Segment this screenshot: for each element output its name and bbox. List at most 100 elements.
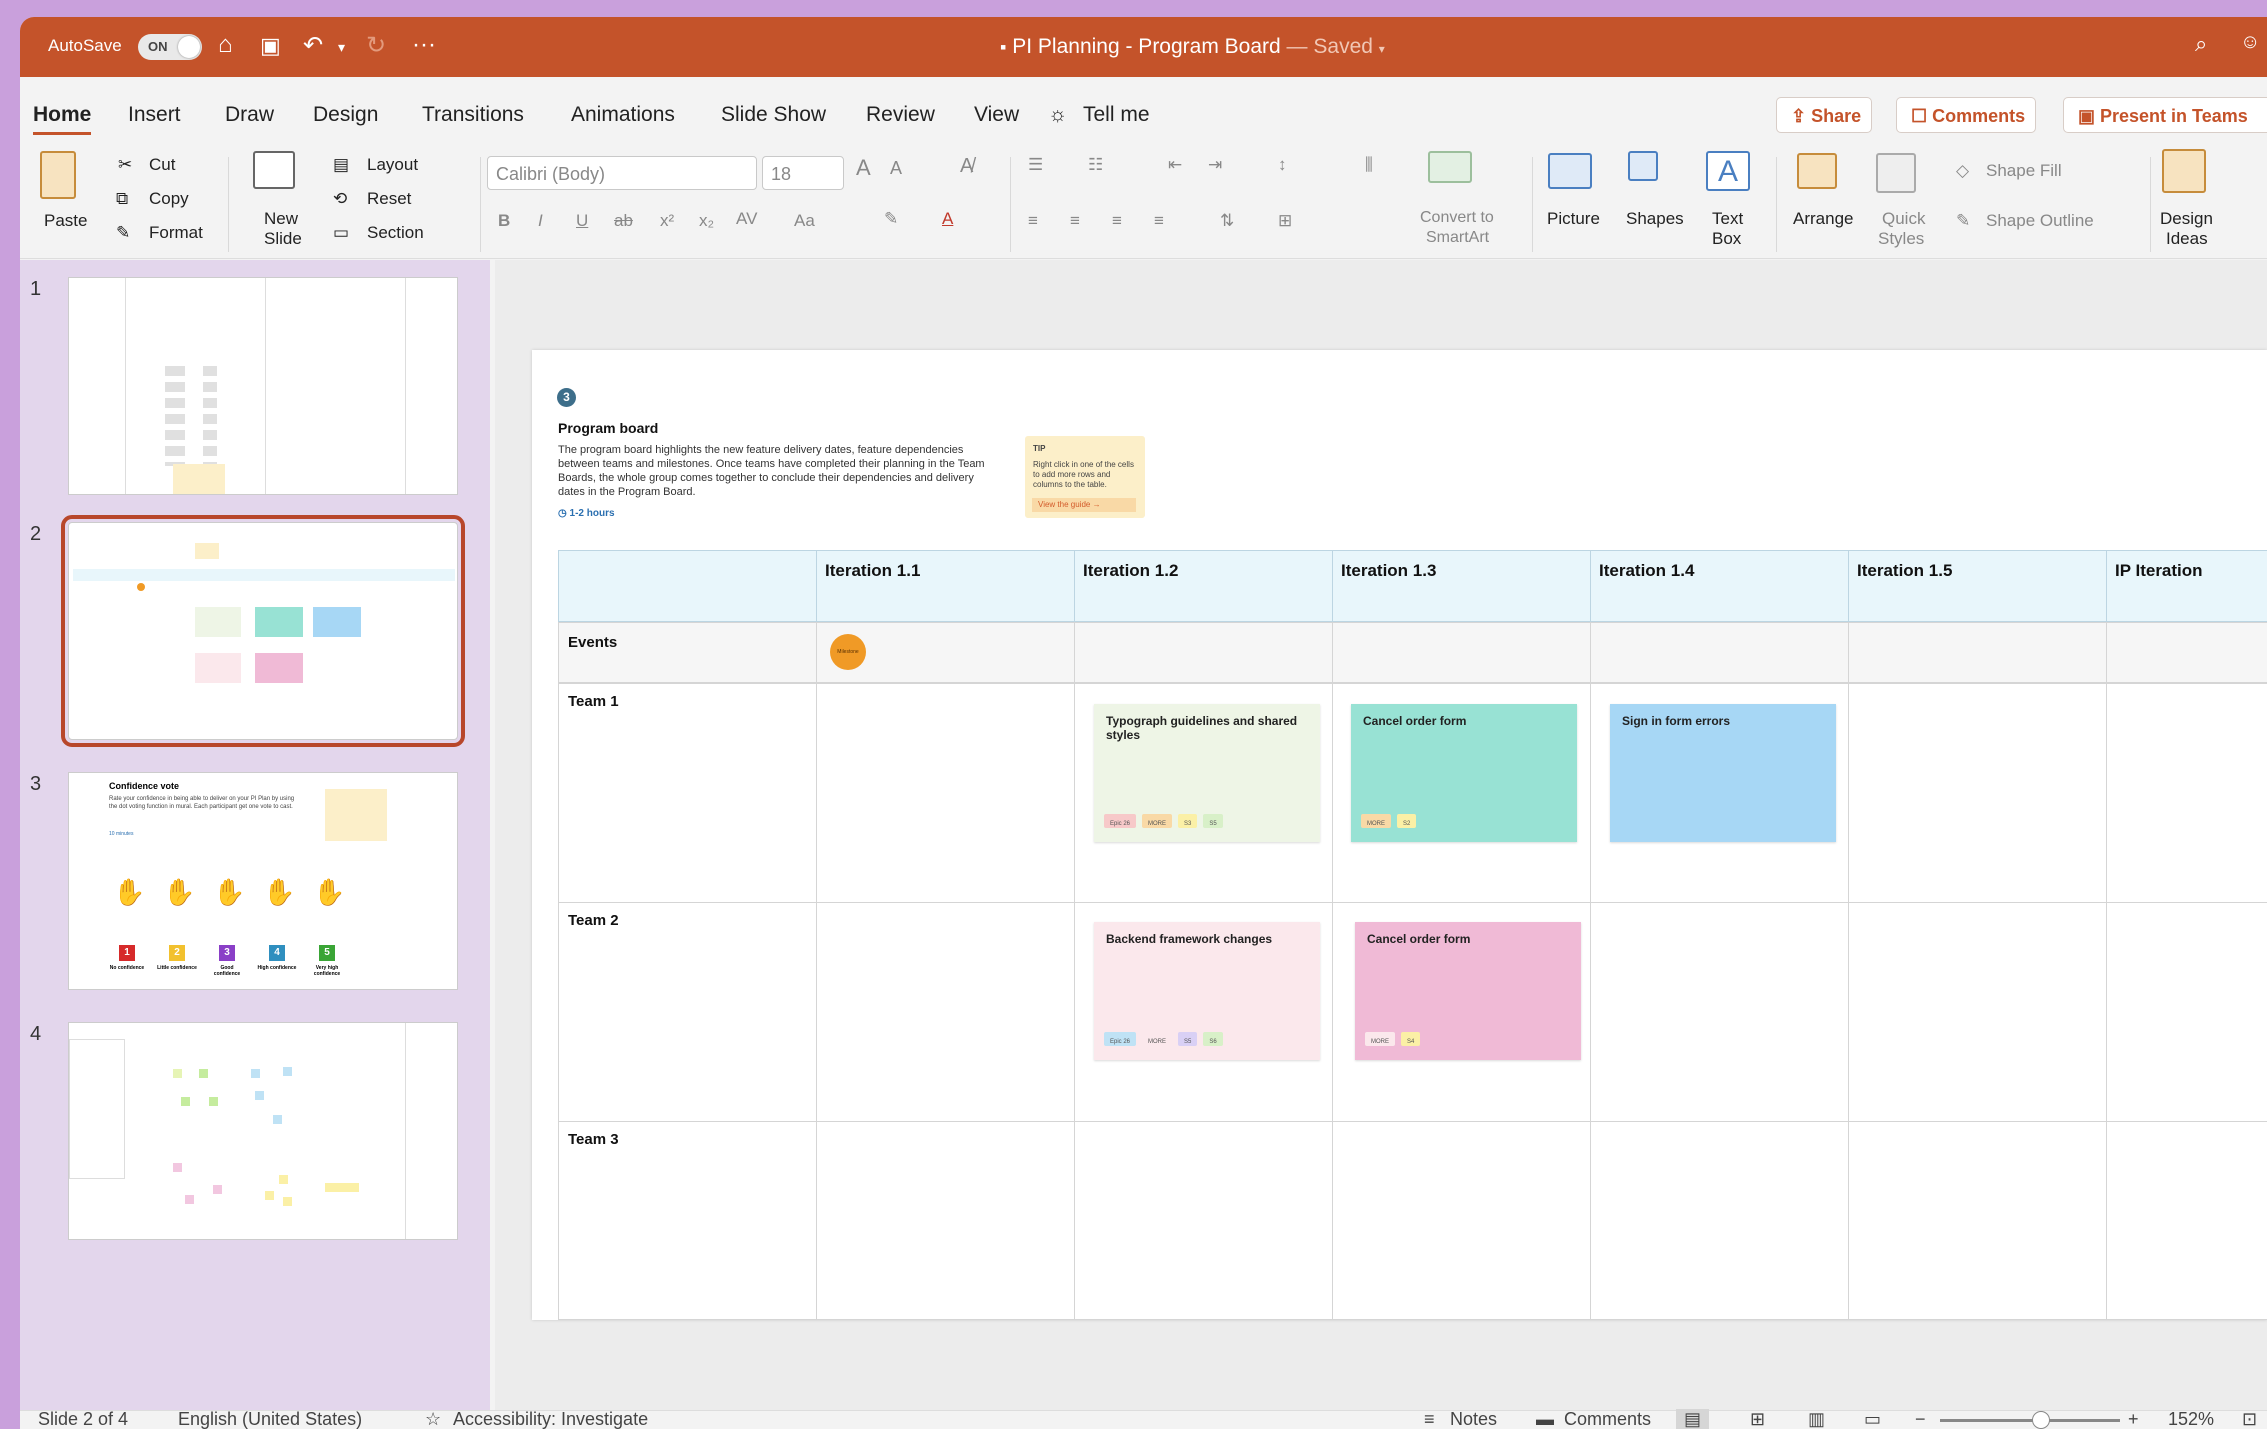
reset-icon[interactable]: ⟲ [333,189,347,209]
align-text-icon[interactable]: ⊞ [1278,211,1292,231]
share-button[interactable]: ⇪ Share [1776,97,1873,133]
team-row-cell[interactable] [1074,1121,1333,1320]
header-iteration-1-3[interactable]: Iteration 1.3 [1332,550,1591,622]
account-icon[interactable]: ☺ [2240,31,2260,54]
slide-thumbnail-1[interactable] [68,277,458,495]
reset-button[interactable]: Reset [367,189,411,209]
tab-insert[interactable]: Insert [128,103,181,127]
textbox-label-1[interactable]: Text [1712,209,1743,229]
quick-styles-icon[interactable] [1876,153,1916,193]
events-row-cell[interactable] [2106,622,2267,683]
team-row-cell[interactable] [558,683,817,903]
font-name-select[interactable]: Calibri (Body) [487,156,757,190]
tab-slide-show[interactable]: Slide Show [721,103,826,127]
normal-view-icon[interactable]: ▤ [1676,1409,1710,1429]
shape-fill-button[interactable]: Shape Fill [1986,161,2062,181]
comments-status-button[interactable]: Comments [1564,1409,1651,1429]
team-row-cell[interactable] [1848,683,2107,903]
accessibility-icon[interactable]: ☆ [425,1409,441,1429]
team-row-cell[interactable] [2106,1121,2267,1320]
language-status[interactable]: English (United States) [178,1409,362,1429]
slide-thumbnail-4[interactable] [68,1022,458,1240]
shape-fill-icon[interactable]: ◇ [1956,161,1969,181]
design-ideas-icon[interactable] [2162,149,2206,193]
align-right-icon[interactable]: ≡ [1112,211,1122,231]
team-row-cell[interactable] [1848,1121,2107,1320]
team-row-cell[interactable] [1590,1121,1849,1320]
current-slide[interactable]: 3 Program board The program board highli… [532,350,2267,1320]
team-row-cell[interactable] [816,683,1075,903]
tab-design[interactable]: Design [313,103,378,127]
columns-icon[interactable]: ⫼ [1365,155,1373,175]
tab-draw[interactable]: Draw [225,103,274,127]
line-spacing-icon[interactable]: ↕ [1278,155,1287,175]
comments-status-icon[interactable]: ▬ [1536,1409,1554,1429]
new-slide-icon[interactable] [253,151,295,189]
bullets-icon[interactable]: ☰ [1028,155,1043,175]
team-row-cell[interactable] [2106,683,2267,903]
comments-button[interactable]: ☐ Comments [1896,97,2037,133]
header-iteration-1-1[interactable]: Iteration 1.1 [816,550,1075,622]
tab-review[interactable]: Review [866,103,935,127]
design-ideas-label-1[interactable]: Design [2160,209,2213,229]
strikethrough-icon[interactable]: ab [614,211,633,231]
events-row-cell[interactable] [558,622,817,683]
copy-icon[interactable]: ⧉ [116,189,128,209]
copy-button[interactable]: Copy [149,189,189,209]
events-row-cell[interactable] [1590,622,1849,683]
zoom-level[interactable]: 152% [2168,1409,2214,1429]
align-center-icon[interactable]: ≡ [1070,211,1080,231]
cut-button[interactable]: Cut [149,155,175,175]
tab-view[interactable]: View [974,103,1019,127]
header-iteration-1-4[interactable]: Iteration 1.4 [1590,550,1849,622]
highlight-icon[interactable]: ✎ [884,209,898,229]
shape-outline-button[interactable]: Shape Outline [1986,211,2094,231]
smartart-icon[interactable] [1428,151,1472,183]
arrange-label[interactable]: Arrange [1793,209,1853,229]
events-row-cell[interactable] [1848,622,2107,683]
shapes-icon[interactable] [1628,151,1658,181]
quick-styles-label-1[interactable]: Quick [1882,209,1925,229]
slide-thumbnail-3[interactable]: Confidence vote Rate your confidence in … [68,772,458,990]
layout-icon[interactable]: ▤ [333,155,349,175]
tab-animations[interactable]: Animations [571,103,675,127]
present-in-teams-button[interactable]: ▣ Present in Teams [2063,97,2267,133]
more-icon[interactable]: ··· [412,31,436,59]
zoom-slider-thumb[interactable] [2032,1411,2050,1429]
header-ip-iteration[interactable]: IP Iteration [2106,550,2267,622]
shapes-label[interactable]: Shapes [1626,209,1684,229]
picture-label[interactable]: Picture [1547,209,1600,229]
justify-icon[interactable]: ≡ [1154,211,1164,231]
quick-styles-label-2[interactable]: Styles [1878,229,1924,249]
new-slide-label-1[interactable]: New [264,209,298,229]
events-row-cell[interactable] [1074,622,1333,683]
sticky-note[interactable]: Sign in form errors [1610,704,1836,842]
paste-icon[interactable] [40,151,76,199]
header-iteration-1-2[interactable]: Iteration 1.2 [1074,550,1333,622]
superscript-icon[interactable]: x² [660,211,674,231]
textbox-icon[interactable]: A [1706,151,1750,191]
notes-icon[interactable]: ≡ [1424,1409,1435,1429]
tell-me[interactable]: Tell me [1083,103,1150,127]
save-icon[interactable]: ▣ [260,33,281,59]
team-row-cell[interactable] [1590,902,1849,1122]
undo-dropdown-icon[interactable]: ▾ [338,39,345,56]
picture-icon[interactable] [1548,153,1592,189]
team-row-cell[interactable] [558,902,817,1122]
team-row-cell[interactable] [1332,1121,1591,1320]
cut-icon[interactable]: ✂ [118,155,132,175]
grow-font-icon[interactable]: A [856,155,871,181]
format-painter-button[interactable]: Format [149,223,203,243]
tab-home[interactable]: Home [33,103,92,135]
document-title[interactable]: ▪ PI Planning - Program Board — Saved ▾ [1000,35,1385,59]
font-size-select[interactable]: 18 [762,156,844,190]
sticky-note[interactable]: Cancel order form MORE S4 [1355,922,1581,1060]
team-row-cell[interactable] [816,902,1075,1122]
italic-icon[interactable]: I [538,211,543,231]
increase-indent-icon[interactable]: ⇥ [1208,155,1222,175]
fit-to-window-icon[interactable]: ⊡ [2242,1409,2257,1429]
underline-icon[interactable]: U [576,211,588,231]
accessibility-status[interactable]: Accessibility: Investigate [453,1409,648,1429]
tab-transitions[interactable]: Transitions [422,103,524,127]
autosave-toggle[interactable]: ON [138,34,202,60]
